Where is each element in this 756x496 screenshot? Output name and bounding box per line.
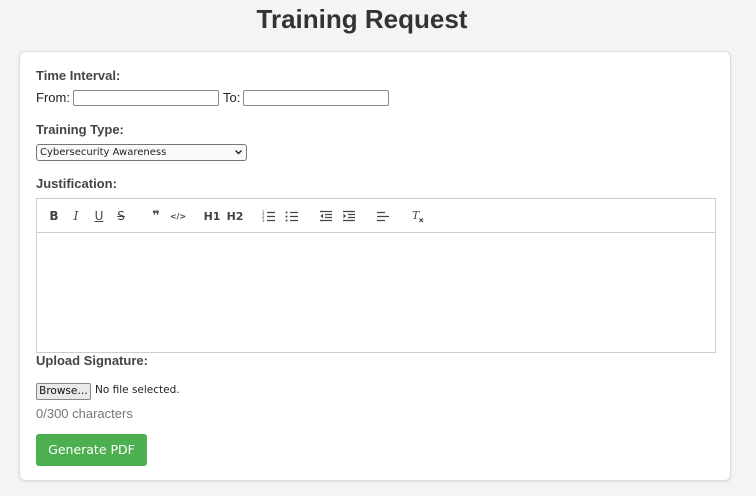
strikethrough-icon[interactable]: S (112, 207, 130, 225)
editor-content[interactable] (37, 233, 715, 352)
bold-icon[interactable]: B (45, 207, 63, 225)
form-card: Time Interval: From: To: Training Type: … (19, 51, 731, 481)
browse-button[interactable]: Browse… (36, 383, 91, 400)
clear-formatting-icon[interactable]: T (409, 207, 427, 225)
from-label: From: (36, 90, 70, 105)
align-icon[interactable] (374, 207, 392, 225)
page-title: Training Request (256, 4, 468, 34)
editor-toolbar: B I U S ❞ </> H1 H2 123 T (37, 199, 715, 233)
chevron-down-icon (234, 145, 243, 166)
justification-editor[interactable]: B I U S ❞ </> H1 H2 123 T (36, 198, 716, 353)
header-2-icon[interactable]: H2 (226, 207, 244, 225)
from-date-input[interactable] (73, 90, 219, 106)
file-status-text: No file selected. (95, 384, 180, 396)
to-date-input[interactable] (243, 90, 389, 106)
time-interval-label: Time Interval: (36, 68, 121, 83)
code-icon[interactable]: </> (169, 207, 187, 225)
bullet-list-icon[interactable] (283, 207, 301, 225)
training-type-label: Training Type: (36, 122, 124, 137)
training-type-value: Cybersecurity Awareness (40, 147, 167, 158)
svg-text:3: 3 (262, 218, 265, 222)
generate-pdf-button[interactable]: Generate PDF (36, 434, 147, 466)
svg-text:T: T (412, 209, 421, 222)
indent-icon[interactable] (340, 207, 358, 225)
underline-icon[interactable]: U (90, 207, 108, 225)
upload-signature-label: Upload Signature: (36, 353, 148, 368)
blockquote-icon[interactable]: ❞ (147, 207, 165, 225)
training-type-select[interactable]: Cybersecurity Awareness (36, 144, 247, 161)
justification-label: Justification: (36, 176, 117, 191)
ordered-list-icon[interactable]: 123 (260, 207, 278, 225)
character-counter: 0/300 characters (36, 406, 133, 421)
italic-icon[interactable]: I (67, 207, 85, 225)
outdent-icon[interactable] (317, 207, 335, 225)
to-label: To: (223, 90, 241, 105)
header-1-icon[interactable]: H1 (203, 207, 221, 225)
